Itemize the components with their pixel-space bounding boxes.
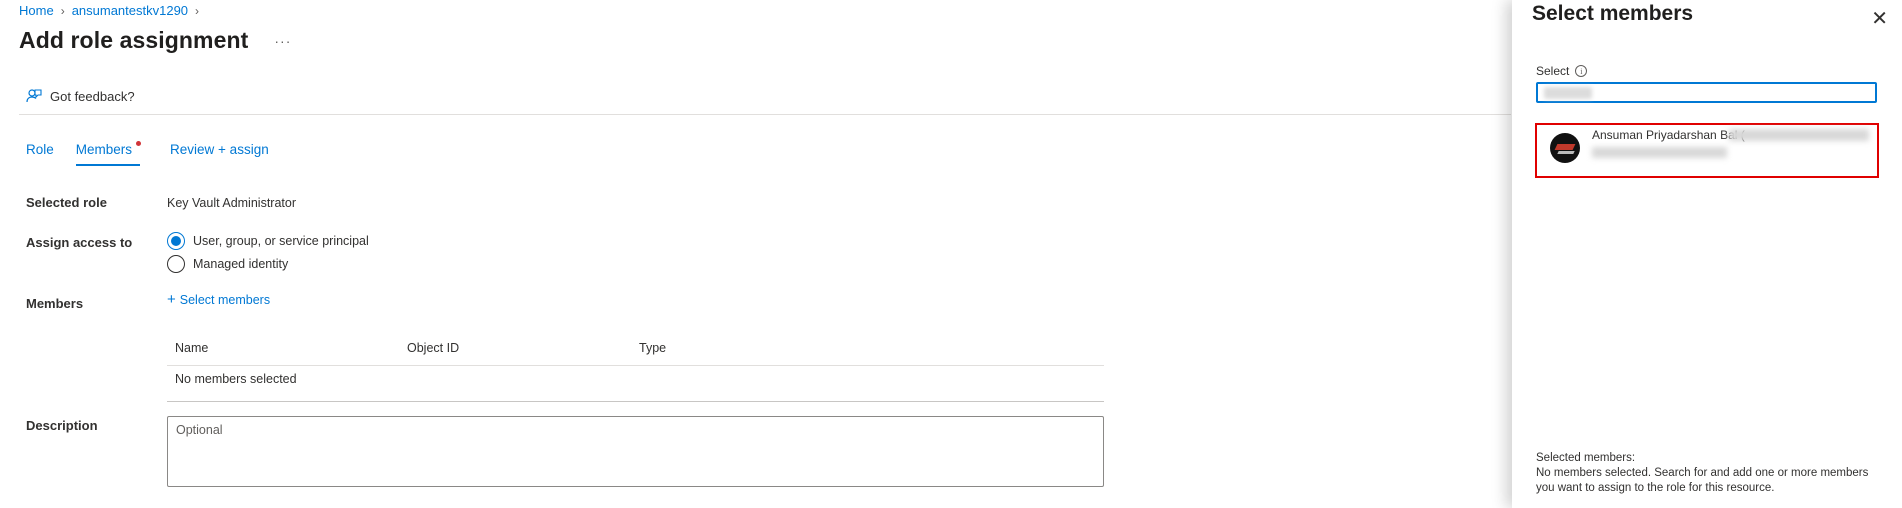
member-search-input[interactable] [1536, 82, 1877, 103]
select-field-label: Select i [1536, 64, 1588, 78]
tab-review-assign-label: Review + assign [170, 142, 269, 157]
close-icon[interactable]: ✕ [1871, 6, 1888, 31]
feedback-label: Got feedback? [50, 88, 135, 104]
description-label: Description [26, 418, 98, 433]
page-title: Add role assignment [19, 27, 249, 53]
info-icon[interactable]: i [1575, 65, 1588, 77]
assign-access-label: Assign access to [26, 235, 133, 250]
tab-review-assign[interactable]: Review + assign [170, 142, 269, 165]
radio-user-group-sp[interactable]: User, group, or service principal [167, 232, 369, 250]
title-row: Add role assignment ··· [19, 27, 291, 54]
selected-role-label: Selected role [26, 195, 107, 210]
selected-role-value: Key Vault Administrator [167, 196, 296, 210]
table-divider [167, 365, 1104, 366]
selected-members-summary: Selected members: No members selected. S… [1536, 451, 1876, 496]
add-role-assignment-page: Home › ansumantestkv1290 › Add role assi… [0, 0, 1902, 508]
tab-members[interactable]: Members [75, 141, 142, 166]
column-header-object-id[interactable]: Object ID [407, 341, 459, 355]
description-textarea[interactable]: Optional [167, 416, 1104, 487]
selected-members-heading: Selected members: [1536, 452, 1636, 464]
select-members-link-label: Select members [179, 293, 271, 307]
radio-label: Managed identity [193, 257, 289, 271]
tab-role[interactable]: Role [26, 142, 54, 165]
tab-strip: Role Members Review + assign [26, 141, 269, 166]
required-indicator-dot [136, 141, 142, 146]
redacted-email [1729, 129, 1869, 141]
table-divider [167, 401, 1104, 402]
redacted-upn [1592, 147, 1727, 158]
search-result-item[interactable]: Ansuman Priyadarshan Bal ( [1535, 123, 1879, 178]
select-members-link[interactable]: + Select members [167, 291, 271, 308]
divider [19, 114, 1511, 115]
radio-button[interactable] [167, 255, 185, 273]
description-placeholder: Optional [176, 423, 223, 437]
tab-role-label: Role [26, 142, 54, 157]
chevron-right-icon: › [195, 3, 200, 18]
feedback-button[interactable]: Got feedback? [26, 88, 135, 104]
select-label-text: Select [1536, 64, 1570, 78]
radio-button-checked[interactable] [167, 232, 185, 250]
redacted-search-text [1544, 87, 1592, 99]
breadcrumb-home-link[interactable]: Home [19, 3, 54, 18]
avatar [1550, 133, 1580, 163]
column-header-type[interactable]: Type [639, 341, 666, 355]
feedback-icon [26, 89, 42, 103]
radio-label: User, group, or service principal [193, 234, 369, 248]
column-header-name[interactable]: Name [175, 341, 208, 355]
selected-members-text: No members selected. Search for and add … [1536, 467, 1869, 494]
select-members-panel: Select members ✕ Select i Ansuman Priyad… [1512, 0, 1902, 508]
radio-managed-identity[interactable]: Managed identity [167, 255, 288, 273]
plus-icon: + [167, 291, 176, 308]
table-empty-message: No members selected [175, 372, 297, 386]
more-options-button[interactable]: ··· [274, 33, 291, 49]
members-label: Members [26, 296, 84, 311]
tab-members-label: Members [75, 142, 133, 157]
panel-title: Select members [1532, 2, 1694, 25]
result-user-name: Ansuman Priyadarshan Bal ( [1592, 128, 1745, 142]
breadcrumb-resource-link[interactable]: ansumantestkv1290 [72, 3, 188, 18]
chevron-right-icon: › [60, 3, 65, 18]
breadcrumb: Home › ansumantestkv1290 › [19, 3, 199, 18]
